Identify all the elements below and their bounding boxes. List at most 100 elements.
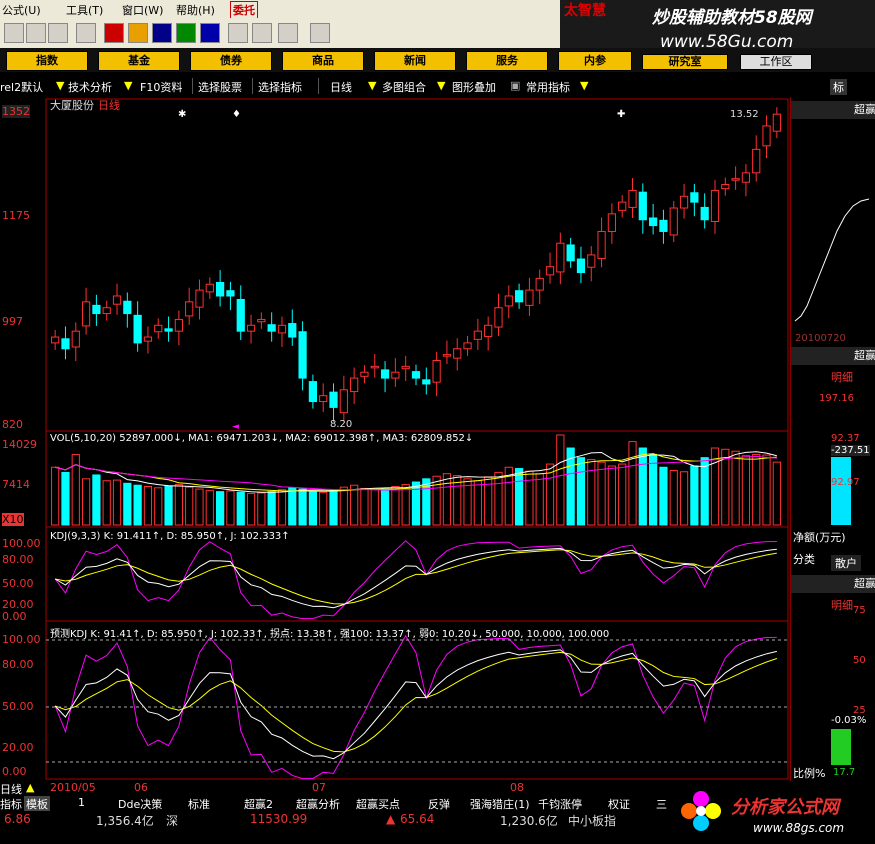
candle-body	[143, 336, 153, 342]
menu-window[interactable]: 窗口(W)	[122, 2, 163, 18]
grid-icon[interactable]	[252, 23, 272, 43]
ytick-main-3: 997	[2, 315, 23, 328]
logo-line1: 分析家公式网	[731, 797, 839, 818]
info-icon[interactable]	[200, 23, 220, 43]
candle-body	[267, 324, 276, 332]
diamond-icon[interactable]	[128, 23, 148, 43]
nav-workspace[interactable]: 工作区	[740, 54, 812, 70]
chevron-icon[interactable]: ▼	[368, 79, 376, 92]
tool-select-indicator[interactable]: 选择指标	[258, 79, 302, 95]
retail-label[interactable]: 散户	[831, 555, 861, 571]
ticker-shenzhen[interactable]: 深	[166, 812, 178, 829]
xaxis-label-4: 08	[510, 781, 524, 794]
tab-label[interactable]: 标	[830, 79, 847, 95]
alert-icon[interactable]	[104, 23, 124, 43]
nav-news[interactable]: 新闻	[374, 51, 456, 71]
nav-research[interactable]: 研究室	[642, 54, 728, 70]
nav-index[interactable]: 指数	[6, 51, 88, 71]
nav-insider[interactable]: 内参	[558, 51, 632, 71]
ytick-vol-3: X10	[2, 513, 24, 526]
tab-chaoying-analysis[interactable]: 超赢分析	[296, 796, 340, 812]
candle-body	[205, 283, 214, 293]
right-tab-2[interactable]: 超赢	[791, 347, 875, 365]
tool-f10[interactable]: F10资料	[140, 79, 182, 95]
nav-fund[interactable]: 基金	[98, 51, 180, 71]
tool-default[interactable]: rel2默认	[0, 79, 43, 95]
lock-icon[interactable]: ▣	[510, 79, 520, 92]
tool-daily[interactable]: 日线	[330, 79, 352, 95]
ytick-pred-2: 80.00	[2, 658, 34, 671]
window-icon[interactable]	[228, 23, 248, 43]
marker-left-arrow: ◄	[232, 422, 239, 432]
tab-limit-up[interactable]: 千钧涨停	[538, 796, 582, 812]
volume-bar	[51, 466, 60, 526]
chevron-icon[interactable]: ▼	[124, 79, 132, 92]
menu-formula[interactable]: 公式(U)	[2, 2, 41, 18]
volume-bar	[432, 475, 441, 526]
volume-bar	[659, 466, 668, 526]
logo-line2: www.88gs.com	[753, 821, 845, 835]
tool-common-indicator[interactable]: 常用指标	[526, 79, 570, 95]
nav-service[interactable]: 服务	[466, 51, 548, 71]
candle-body	[731, 178, 740, 181]
triangle-up-icon: ▲	[386, 812, 396, 826]
volume-bar	[391, 486, 400, 526]
binoculars-icon[interactable]	[26, 23, 46, 43]
tab-hunter[interactable]: 强海猎庄(1)	[470, 796, 530, 812]
tool-tech-analysis[interactable]: 技术分析	[68, 79, 112, 95]
volume-bar	[288, 487, 297, 526]
tool-multi-chart[interactable]: 多图组合	[382, 79, 426, 95]
ytick-kdj-3: 50.00	[2, 577, 34, 590]
entrust-button[interactable]: 委托	[230, 1, 258, 19]
detail-label-2[interactable]: 明细	[831, 597, 853, 613]
candle-body	[380, 369, 390, 379]
tool-select-stock[interactable]: 选择股票	[198, 79, 242, 95]
ytick-kdj-2: 80.00	[2, 553, 34, 566]
chevron-icon[interactable]: ▼	[437, 79, 445, 92]
bars-icon[interactable]	[278, 23, 298, 43]
menu-help[interactable]: 帮助(H)	[176, 2, 215, 18]
tab-chaoying2[interactable]: 超赢2	[244, 796, 273, 812]
nav-bond[interactable]: 债券	[190, 51, 272, 71]
volume-bar	[143, 486, 153, 526]
help-cursor-icon[interactable]	[310, 23, 330, 43]
chart-area[interactable]: ✱ ♦ ✚ ◄ 大厦股份 日线 13.52 8.20 1352 1175 997…	[0, 97, 790, 781]
detail-label[interactable]: 明细	[831, 369, 853, 385]
candle-body	[277, 324, 287, 334]
volume-bar	[298, 488, 307, 526]
tab-chaoying-buy[interactable]: 超赢买点	[356, 796, 400, 812]
tab-template[interactable]: 模板	[24, 796, 50, 812]
search-icon[interactable]	[48, 23, 68, 43]
tab-1[interactable]: 1	[78, 796, 85, 809]
volume-bar	[525, 470, 534, 526]
chevron-icon[interactable]: ▼	[580, 79, 588, 92]
volume-bar	[360, 487, 369, 526]
tab-three[interactable]: 三	[656, 796, 667, 812]
menu-tools[interactable]: 工具(T)	[66, 2, 103, 18]
tab-standard[interactable]: 标准	[188, 796, 210, 812]
tab-dde[interactable]: Dde决策	[118, 796, 162, 812]
candle-body	[494, 307, 503, 328]
right-tab-3[interactable]: 超赢	[791, 575, 875, 593]
candle-body	[308, 381, 318, 403]
date-label: 20100720	[795, 333, 846, 344]
right-tab-1[interactable]: 超赢	[791, 101, 875, 119]
volume-bar	[618, 463, 627, 526]
icon-toolbar	[0, 18, 560, 48]
nav-commodity[interactable]: 商品	[282, 51, 364, 71]
marker-star: ✱	[178, 109, 186, 120]
tab-indicator[interactable]: 指标	[0, 796, 22, 812]
ticker-sme-index[interactable]: 中小板指	[568, 812, 616, 829]
refresh-icon[interactable]	[176, 23, 196, 43]
ratio-value: 17.7	[833, 767, 856, 778]
scale-75: 75	[853, 605, 866, 616]
folder-icon[interactable]	[4, 23, 24, 43]
tool-overlay[interactable]: 图形叠加	[452, 79, 496, 95]
candle-body	[649, 217, 658, 227]
chart-icon[interactable]	[76, 23, 96, 43]
tab-rebound[interactable]: 反弹	[428, 796, 450, 812]
chevron-icon[interactable]: ▼	[56, 79, 64, 92]
tab-warrant[interactable]: 权证	[608, 796, 630, 812]
candle-body	[123, 300, 132, 315]
globe-icon[interactable]	[152, 23, 172, 43]
